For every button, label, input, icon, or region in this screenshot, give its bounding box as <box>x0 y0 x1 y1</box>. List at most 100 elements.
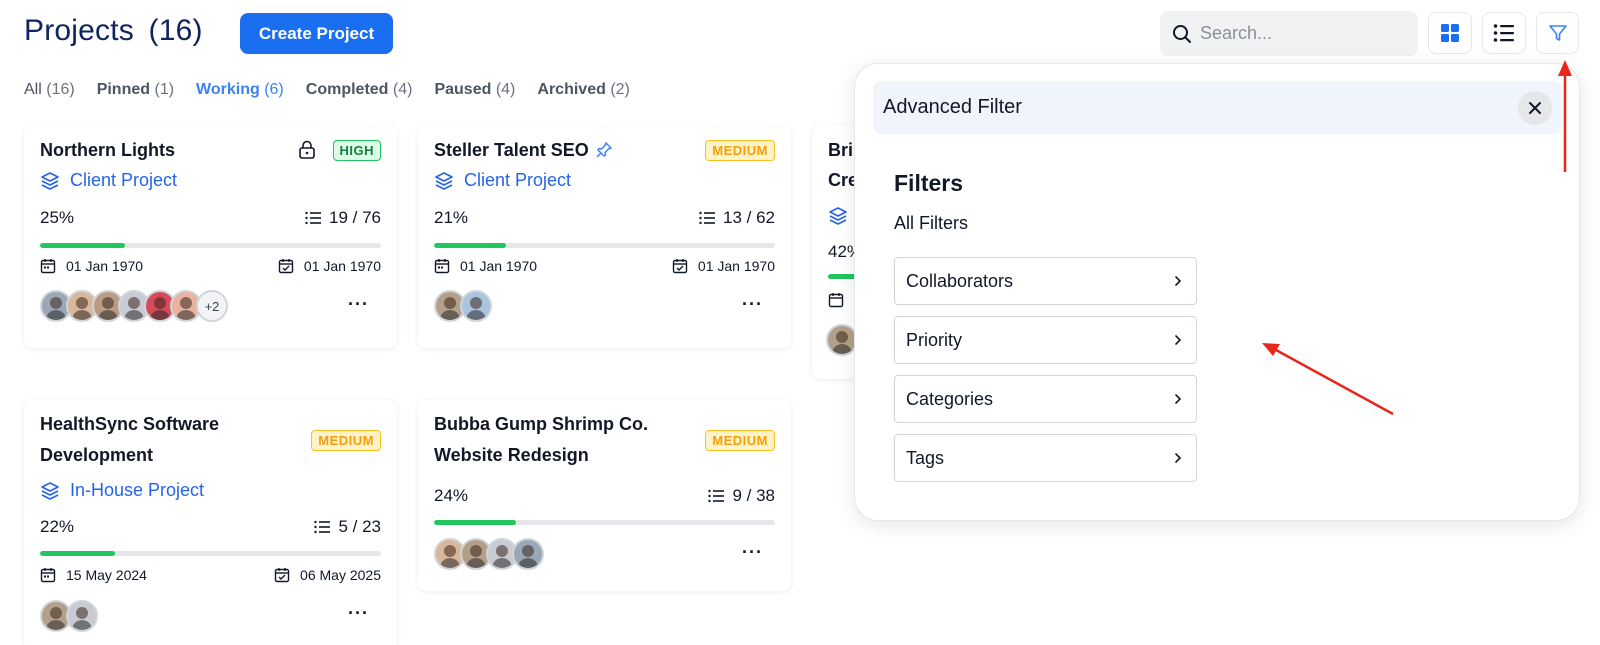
filters-heading: Filters <box>894 170 964 196</box>
project-title: Northern Lights <box>40 140 175 160</box>
create-project-button[interactable]: Create Project <box>240 13 393 54</box>
task-count: 9 / 38 <box>708 486 775 506</box>
avatar[interactable] <box>512 538 544 570</box>
progress-bar <box>434 520 775 525</box>
filter-item-label: Categories <box>906 388 994 409</box>
end-date-label: 01 Jan 1970 <box>303 258 381 274</box>
more-options-icon[interactable]: ··· <box>742 542 763 563</box>
layers-icon <box>435 171 453 190</box>
start-date: 15 May 2024 <box>40 567 147 583</box>
more-options-icon[interactable]: ··· <box>348 294 369 315</box>
project-title: HealthSync Software <box>40 414 220 434</box>
start-date-label: 15 May 2024 <box>66 567 147 583</box>
advanced-filter-header: Advanced Filter <box>873 81 1562 134</box>
progress-percent: 21% <box>434 208 469 227</box>
start-date: 01 Jan 1970 <box>40 258 143 274</box>
progress-fill <box>434 520 516 525</box>
calendar-icon <box>434 259 450 274</box>
avatar[interactable] <box>460 290 492 322</box>
filter-item-label: Collaborators <box>906 270 1014 291</box>
page-title: Projects (16) <box>24 14 203 48</box>
calendar-icon <box>40 568 56 583</box>
project-title-line2: Website Redesign <box>434 445 589 465</box>
lock-icon <box>299 140 315 159</box>
filter-tags[interactable]: Tags <box>894 434 1197 482</box>
priority-badge: MEDIUM <box>705 140 775 161</box>
advanced-filter-panel: Advanced Filter Filters All Filters Coll… <box>854 63 1580 521</box>
filter-item-label: Tags <box>906 447 945 468</box>
chevron-right-icon <box>1175 335 1182 345</box>
progress-fill <box>40 551 116 556</box>
tab-pinned[interactable]: Pinned (1) <box>97 81 174 99</box>
filter-button[interactable] <box>1536 12 1579 54</box>
filter-item-label: Priority <box>906 329 963 350</box>
end-date: 01 Jan 1970 <box>278 258 381 274</box>
filter-collaborators[interactable]: Collaborators <box>894 257 1197 305</box>
task-count-label: 19 / 76 <box>329 208 381 227</box>
calendar-check-icon <box>672 259 688 274</box>
project-type: In-House Project <box>40 480 204 501</box>
advanced-filter-title: Advanced Filter <box>883 96 1022 118</box>
status-tabs: All (16) Pinned (1) Working (6) Complete… <box>24 81 630 99</box>
project-type-label: In-House Project <box>70 480 205 500</box>
priority-badge: MEDIUM <box>311 430 381 451</box>
search-input[interactable] <box>1200 23 1400 44</box>
project-type: Client Project <box>40 170 177 191</box>
project-card[interactable]: HealthSync Software Development MEDIUM I… <box>24 400 397 645</box>
project-title: Bubba Gump Shrimp Co. <box>434 414 648 434</box>
all-filters-label: All Filters <box>894 213 969 233</box>
project-card[interactable]: Bubba Gump Shrimp Co. Website Redesign M… <box>418 400 791 591</box>
grid-icon <box>1441 24 1459 42</box>
project-title: Steller Talent SEO <box>434 135 613 165</box>
tab-all[interactable]: All (16) <box>24 81 75 99</box>
start-date-label: 01 Jan 1970 <box>460 258 538 274</box>
progress-percent: 25% <box>40 208 75 227</box>
page-title-count: (16) <box>148 14 203 47</box>
search-box[interactable] <box>1160 11 1418 56</box>
project-title-line2: Development <box>40 445 154 465</box>
filter-priority[interactable]: Priority <box>894 316 1197 364</box>
checklist-icon <box>314 520 331 534</box>
pin-icon[interactable] <box>595 141 613 159</box>
filter-categories[interactable]: Categories <box>894 375 1197 423</box>
grid-view-button[interactable] <box>1428 12 1472 54</box>
tab-archived[interactable]: Archived (2) <box>537 81 629 99</box>
task-count-label: 13 / 62 <box>723 208 775 227</box>
end-date: 01 Jan 1970 <box>672 258 775 274</box>
end-date: 06 May 2025 <box>274 567 381 583</box>
tab-completed[interactable]: Completed (4) <box>306 81 413 99</box>
layers-icon <box>41 171 59 190</box>
progress-bar <box>434 243 775 248</box>
layers-icon <box>41 481 59 500</box>
progress-fill <box>434 243 506 248</box>
priority-badge: HIGH <box>332 140 381 161</box>
tab-working[interactable]: Working (6) <box>196 81 284 99</box>
avatar[interactable] <box>66 600 98 632</box>
more-options-icon[interactable]: ··· <box>742 294 763 315</box>
collaborator-avatars: +2 <box>40 290 228 322</box>
close-icon <box>1529 102 1541 114</box>
more-options-icon[interactable]: ··· <box>348 603 369 624</box>
calendar-icon <box>828 293 844 308</box>
collaborator-avatars <box>434 538 544 570</box>
end-date-label: 06 May 2025 <box>300 567 381 583</box>
list-view-button[interactable] <box>1482 12 1526 54</box>
calendar-icon <box>40 259 56 274</box>
calendar-check-icon <box>278 259 294 274</box>
project-card[interactable]: Northern Lights HIGH Client Project 25% … <box>24 126 397 348</box>
checklist-icon <box>708 489 725 503</box>
checklist-icon <box>699 211 715 225</box>
more-avatars-badge[interactable]: +2 <box>196 290 228 322</box>
project-title-text: Steller Talent SEO <box>434 140 589 160</box>
collaborator-avatars <box>434 290 492 322</box>
list-icon <box>1493 24 1514 42</box>
start-date: 01 Jan 1970 <box>434 258 537 274</box>
project-card[interactable]: Steller Talent SEO MEDIUM Client Project… <box>418 126 791 348</box>
progress-percent: 22% <box>40 517 75 536</box>
close-button[interactable] <box>1518 91 1552 125</box>
collaborator-avatars <box>40 600 98 632</box>
task-count: 19 / 76 <box>305 208 381 228</box>
chevron-right-icon <box>1175 394 1182 404</box>
task-count-label: 9 / 38 <box>732 486 775 505</box>
tab-paused[interactable]: Paused (4) <box>434 81 515 99</box>
